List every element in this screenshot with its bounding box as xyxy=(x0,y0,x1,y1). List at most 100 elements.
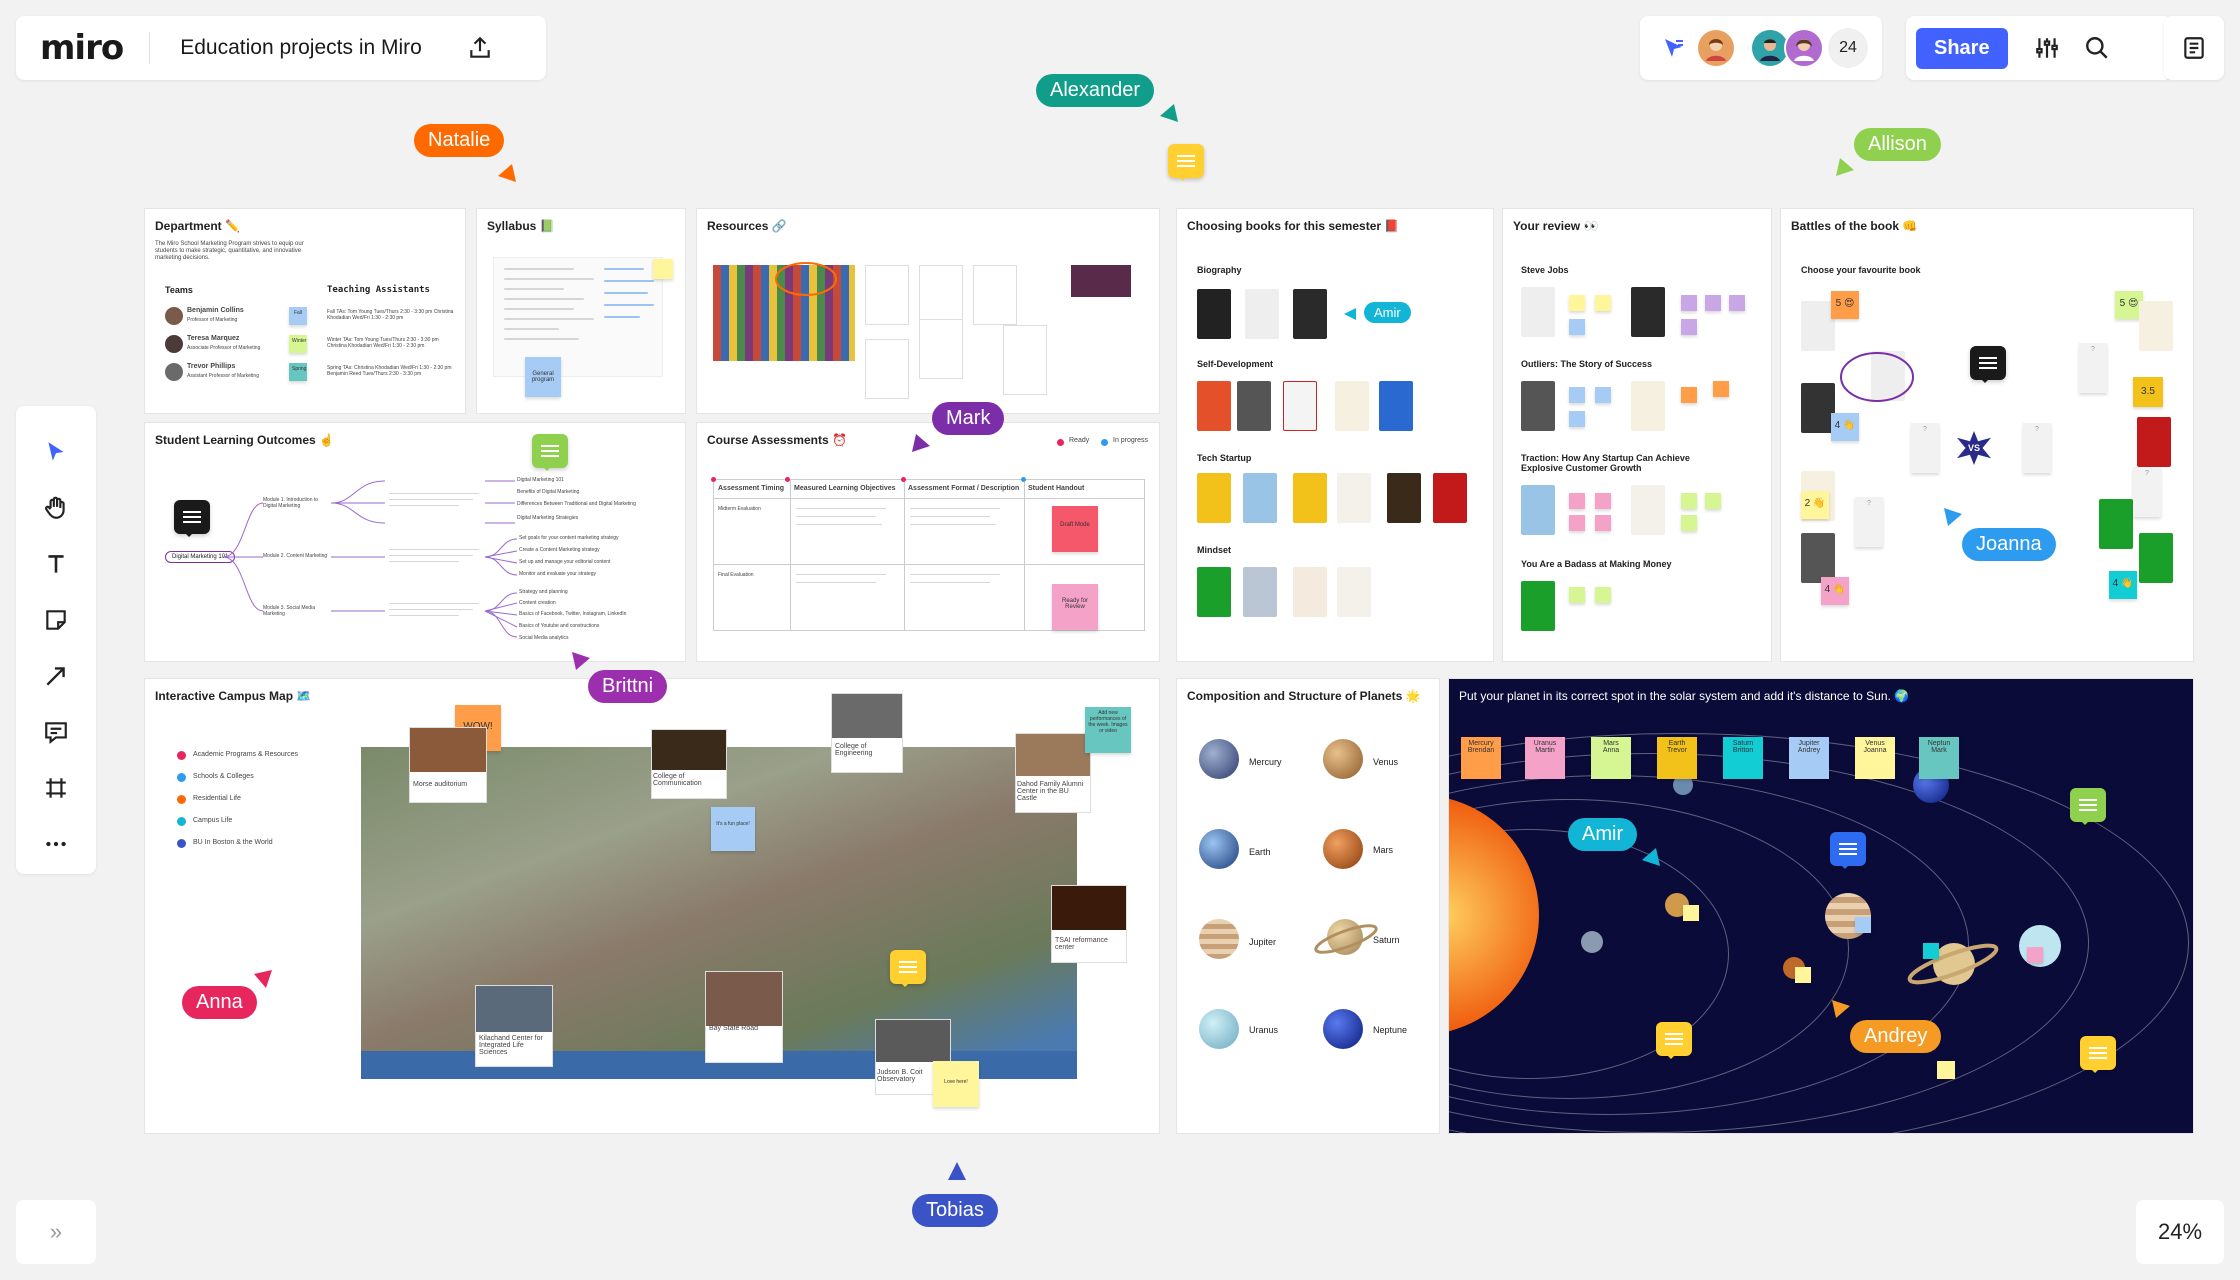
frame-learning-outcomes[interactable]: Student Learning Outcomes ☝️ Digital Mar… xyxy=(144,422,686,662)
mercury-image[interactable] xyxy=(1199,739,1239,779)
sticky-note[interactable] xyxy=(1795,967,1811,983)
module-node[interactable]: Module 1. Introduction to Digital Market… xyxy=(263,497,329,509)
sticky-note[interactable] xyxy=(1683,905,1699,921)
hand-tool[interactable] xyxy=(28,480,84,536)
book-cover[interactable] xyxy=(2139,533,2173,583)
connector-tool[interactable] xyxy=(28,648,84,704)
outcome-leaf[interactable]: Monitor and evaluate your strategy xyxy=(519,571,596,577)
sticky-note[interactable] xyxy=(1937,1061,1955,1079)
comment-bubble[interactable] xyxy=(174,500,210,537)
text-tool[interactable] xyxy=(28,536,84,592)
frame-books[interactable]: Choosing books for this semester 📕 Biogr… xyxy=(1176,208,1494,662)
share-button[interactable]: Share xyxy=(1916,27,2008,69)
placeholder-sticky[interactable]: ? xyxy=(2079,343,2107,393)
frame-planet-composition[interactable]: Composition and Structure of Planets 🌟 M… xyxy=(1176,678,1440,1134)
book-cover[interactable] xyxy=(1293,289,1327,339)
uranus-image[interactable] xyxy=(1199,1009,1239,1049)
book-cover[interactable] xyxy=(1197,289,1231,339)
outcome-leaf[interactable]: Set up and manage your editorial content xyxy=(519,559,610,565)
avatar[interactable] xyxy=(1696,28,1736,68)
resource-card[interactable] xyxy=(919,319,963,379)
book-cover[interactable] xyxy=(1521,381,1555,431)
fun-place-sticky[interactable]: It's a fun place! xyxy=(711,807,755,851)
sticky-note[interactable] xyxy=(1595,515,1611,531)
outcome-leaf[interactable]: Basics of Facebook, Twitter, Instagram, … xyxy=(519,611,626,617)
performances-sticky[interactable]: Add new performances of the week. Images… xyxy=(1085,707,1131,753)
outcome-leaf[interactable]: Social Media analytics xyxy=(519,635,568,641)
sticky-note[interactable] xyxy=(1855,917,1871,933)
vote-sticky[interactable]: 4 👋 xyxy=(1831,413,1859,441)
placeholder-sticky[interactable]: ? xyxy=(1911,423,1939,473)
vote-sticky[interactable]: 5 😍 xyxy=(1831,291,1859,319)
sticky-note[interactable] xyxy=(1569,411,1585,427)
book-cover[interactable] xyxy=(1387,473,1421,523)
placeholder-sticky[interactable]: ? xyxy=(2133,467,2161,517)
book-cover[interactable] xyxy=(1379,381,1413,431)
book-cover[interactable] xyxy=(1337,567,1371,617)
season-sticky[interactable]: Spring xyxy=(289,363,307,381)
sticky-note[interactable] xyxy=(653,259,673,279)
outcome-leaf[interactable]: Strategy and planning xyxy=(519,589,568,595)
general-program-sticky[interactable]: General program xyxy=(525,357,561,397)
sticky-note[interactable] xyxy=(1569,319,1585,335)
venus-image[interactable] xyxy=(1323,739,1363,779)
placeholder-sticky[interactable]: ? xyxy=(1855,497,1883,547)
planet-sticky[interactable]: Jupiter Andrey xyxy=(1789,737,1829,779)
sticky-note[interactable] xyxy=(1569,493,1585,509)
video-thumbnail[interactable] xyxy=(1071,265,1131,297)
search-button[interactable] xyxy=(2072,20,2122,76)
module-node[interactable]: Module 2. Content Marketing xyxy=(263,553,329,559)
frame-review[interactable]: Your review 👀 Steve Jobs Outliers: The S… xyxy=(1502,208,1772,662)
book-cover[interactable] xyxy=(1521,485,1555,535)
comment-bubble[interactable] xyxy=(1830,832,1866,869)
place-card[interactable] xyxy=(651,729,727,799)
book-cover[interactable] xyxy=(1293,473,1327,523)
mars-image[interactable] xyxy=(1323,829,1363,869)
jupiter-image[interactable] xyxy=(1199,919,1239,959)
place-card[interactable] xyxy=(1051,885,1127,963)
book-cover[interactable] xyxy=(2139,301,2173,351)
sticky-note[interactable] xyxy=(1681,515,1697,531)
sticky-note[interactable] xyxy=(1569,587,1585,603)
sticky-note[interactable] xyxy=(1713,381,1729,397)
sticky-note[interactable] xyxy=(1569,295,1585,311)
sticky-note[interactable] xyxy=(1595,387,1611,403)
outcome-leaf[interactable]: Create a Content Marketing strategy xyxy=(519,547,600,553)
outcome-leaf[interactable]: Digital Marketing 101 xyxy=(517,477,564,483)
planet-sticky[interactable]: Mercury Brendan xyxy=(1461,737,1501,779)
sticky-note[interactable] xyxy=(1729,295,1745,311)
place-card[interactable] xyxy=(831,693,903,773)
book-cover[interactable] xyxy=(1243,473,1277,523)
comment-tool[interactable] xyxy=(28,704,84,760)
earth-image[interactable] xyxy=(1199,829,1239,869)
miro-logo[interactable]: miro xyxy=(16,28,149,68)
sticky-note[interactable] xyxy=(1569,387,1585,403)
vote-sticky[interactable]: 3.5 xyxy=(2133,377,2163,407)
export-button[interactable] xyxy=(452,20,508,76)
book-cover[interactable] xyxy=(1801,301,1835,351)
select-tool[interactable] xyxy=(28,424,84,480)
planet-sticky[interactable]: Uranus Martin xyxy=(1525,737,1565,779)
sticky-note[interactable] xyxy=(1681,493,1697,509)
book-cover[interactable] xyxy=(1197,567,1231,617)
book-cover[interactable] xyxy=(1631,287,1665,337)
book-cover[interactable] xyxy=(1801,383,1835,433)
book-cover[interactable] xyxy=(1631,485,1665,535)
sticky-note[interactable] xyxy=(1681,295,1697,311)
book-cover[interactable] xyxy=(1293,567,1327,617)
sticky-note[interactable] xyxy=(1681,387,1697,403)
sticky-note[interactable] xyxy=(2027,947,2043,963)
neptune-image[interactable] xyxy=(1323,1009,1363,1049)
book-cover[interactable] xyxy=(1245,289,1279,339)
book-cover[interactable] xyxy=(1631,381,1665,431)
season-sticky[interactable]: Winter xyxy=(289,335,307,353)
sticky-note[interactable] xyxy=(1595,295,1611,311)
vote-sticky[interactable]: 4 👋 xyxy=(1821,577,1849,605)
book-cover[interactable] xyxy=(1197,381,1231,431)
sticky-note[interactable] xyxy=(1681,319,1697,335)
planet-sticky[interactable]: Earth Trevor xyxy=(1657,737,1697,779)
more-tools-button[interactable] xyxy=(28,816,84,872)
book-cover[interactable] xyxy=(2099,499,2133,549)
collaborator-count[interactable]: 24 xyxy=(1828,28,1868,68)
frame-syllabus[interactable]: Syllabus 📗 General program xyxy=(476,208,686,414)
